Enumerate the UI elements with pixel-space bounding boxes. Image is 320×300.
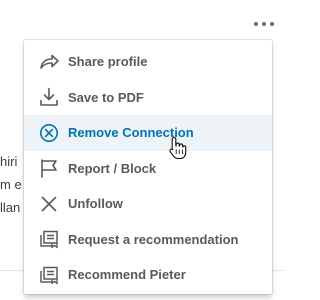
more-dots-icon <box>270 22 274 26</box>
more-dots-icon <box>254 22 258 26</box>
more-options-button[interactable] <box>252 18 276 30</box>
menu-item-label: Recommend Pieter <box>68 267 186 283</box>
background-text: llan <box>0 200 21 215</box>
menu-item-save-to-pdf[interactable]: Save to PDF <box>24 80 272 116</box>
menu-item-label: Save to PDF <box>68 89 144 105</box>
menu-item-request-recommendation[interactable]: Request a recommendation <box>24 222 272 258</box>
menu-item-remove-connection[interactable]: Remove Connection <box>24 115 272 151</box>
more-actions-dropdown: Share profile Save to PDF Remove Connect… <box>24 40 272 294</box>
download-icon <box>38 86 60 108</box>
background-text: m e <box>0 177 22 192</box>
menu-item-label: Unfollow <box>68 196 123 212</box>
menu-item-share-profile[interactable]: Share profile <box>24 44 272 80</box>
recommendation-icon <box>38 228 60 250</box>
menu-item-label: Share profile <box>68 54 148 70</box>
menu-item-label: Remove Connection <box>68 125 194 141</box>
background-text: hiri <box>0 154 18 169</box>
menu-item-report-block[interactable]: Report / Block <box>24 151 272 187</box>
close-x-icon <box>38 193 60 215</box>
menu-item-label: Request a recommendation <box>68 231 239 247</box>
profile-page: hiri m e llan Share profile Save to PDF … <box>0 0 284 300</box>
share-arrow-icon <box>38 51 60 73</box>
more-dots-icon <box>262 22 266 26</box>
flag-icon <box>38 157 60 179</box>
menu-item-unfollow[interactable]: Unfollow <box>24 186 272 222</box>
menu-item-recommend-pieter[interactable]: Recommend Pieter <box>24 257 272 293</box>
recommendation-icon <box>38 264 60 286</box>
menu-item-label: Report / Block <box>68 160 157 176</box>
remove-circle-icon <box>38 122 60 144</box>
